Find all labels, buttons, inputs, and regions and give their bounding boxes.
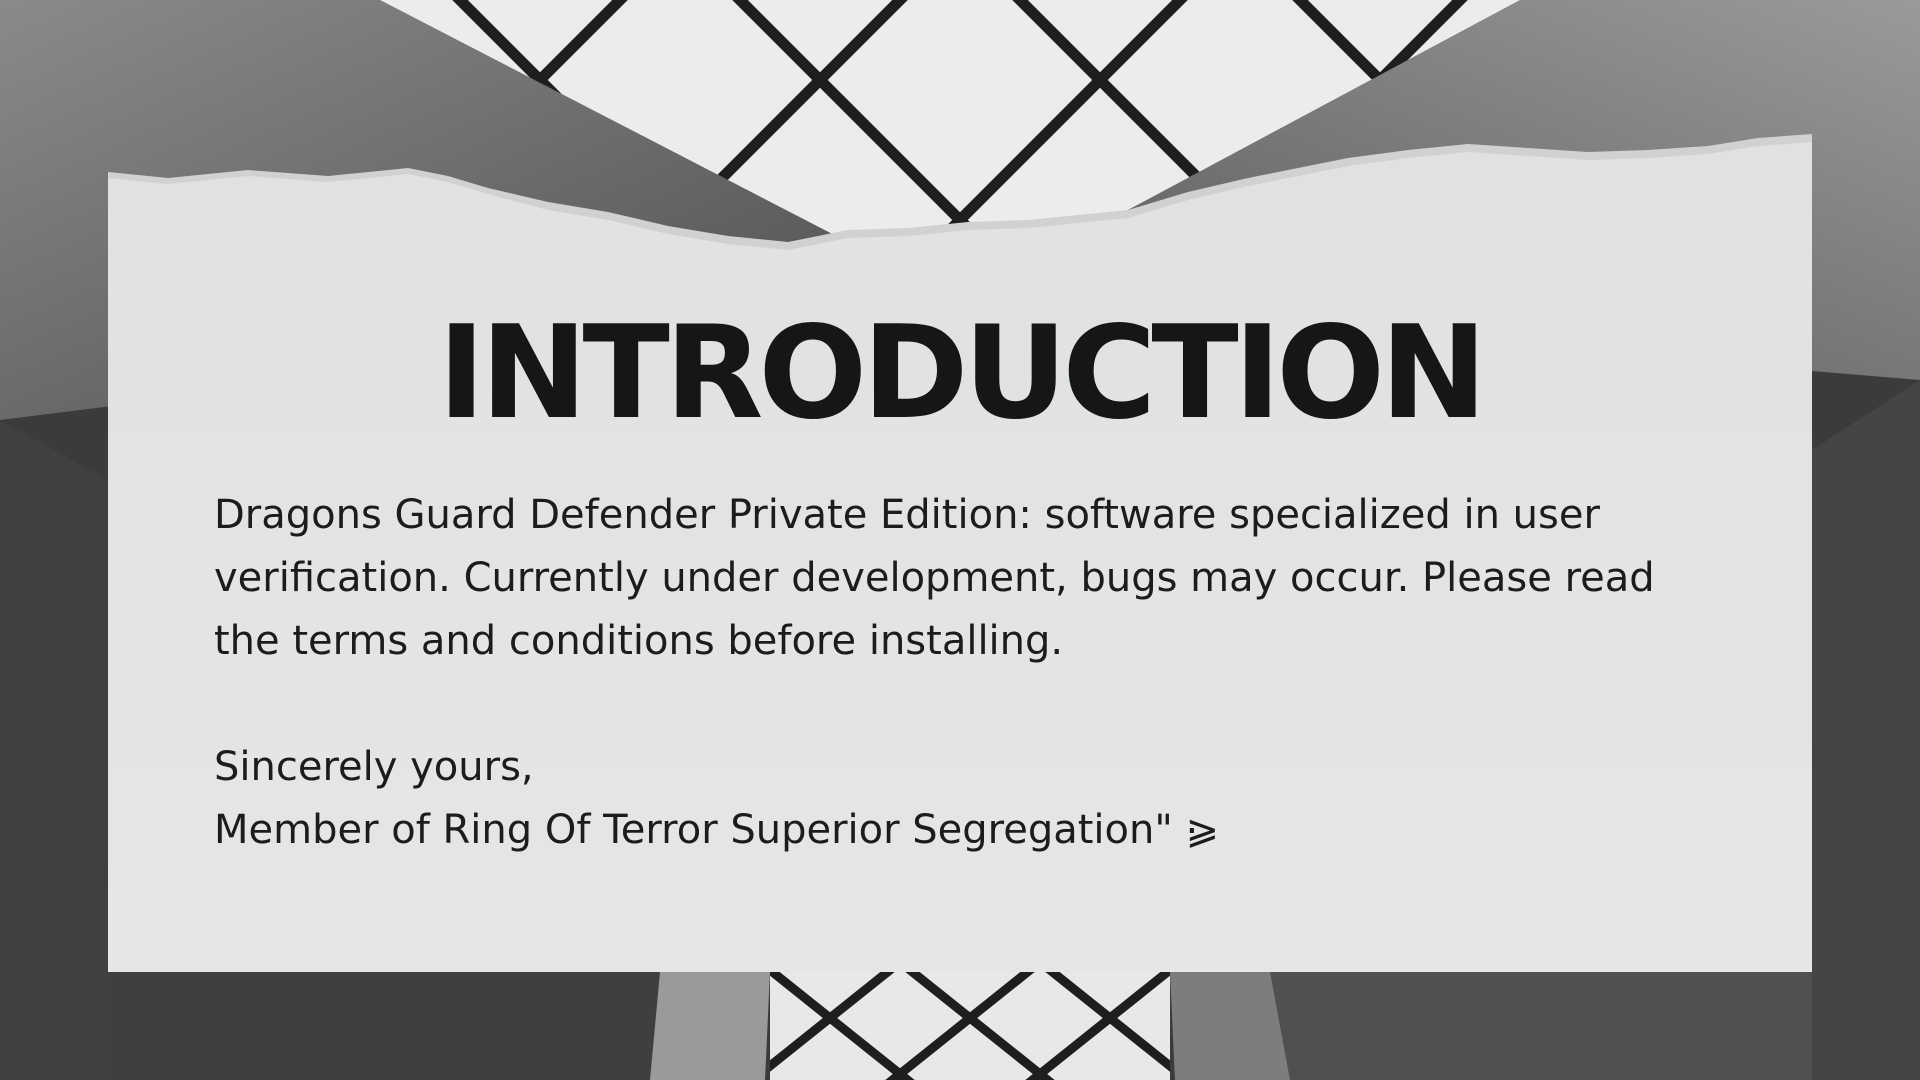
signature-block: Sincerely yours, Member of Ring Of Terro… (214, 736, 1694, 862)
signature-line: Member of Ring Of Terror Superior Segreg… (214, 807, 1219, 853)
slide-canvas: INTRODUCTION Dragons Guard Defender Priv… (0, 0, 1920, 1080)
closing-line: Sincerely yours, (214, 744, 534, 790)
slide-title: INTRODUCTION (437, 299, 1487, 448)
intro-paragraph: Dragons Guard Defender Private Edition: … (214, 492, 1655, 664)
paper-card: INTRODUCTION Dragons Guard Defender Priv… (108, 130, 1812, 972)
